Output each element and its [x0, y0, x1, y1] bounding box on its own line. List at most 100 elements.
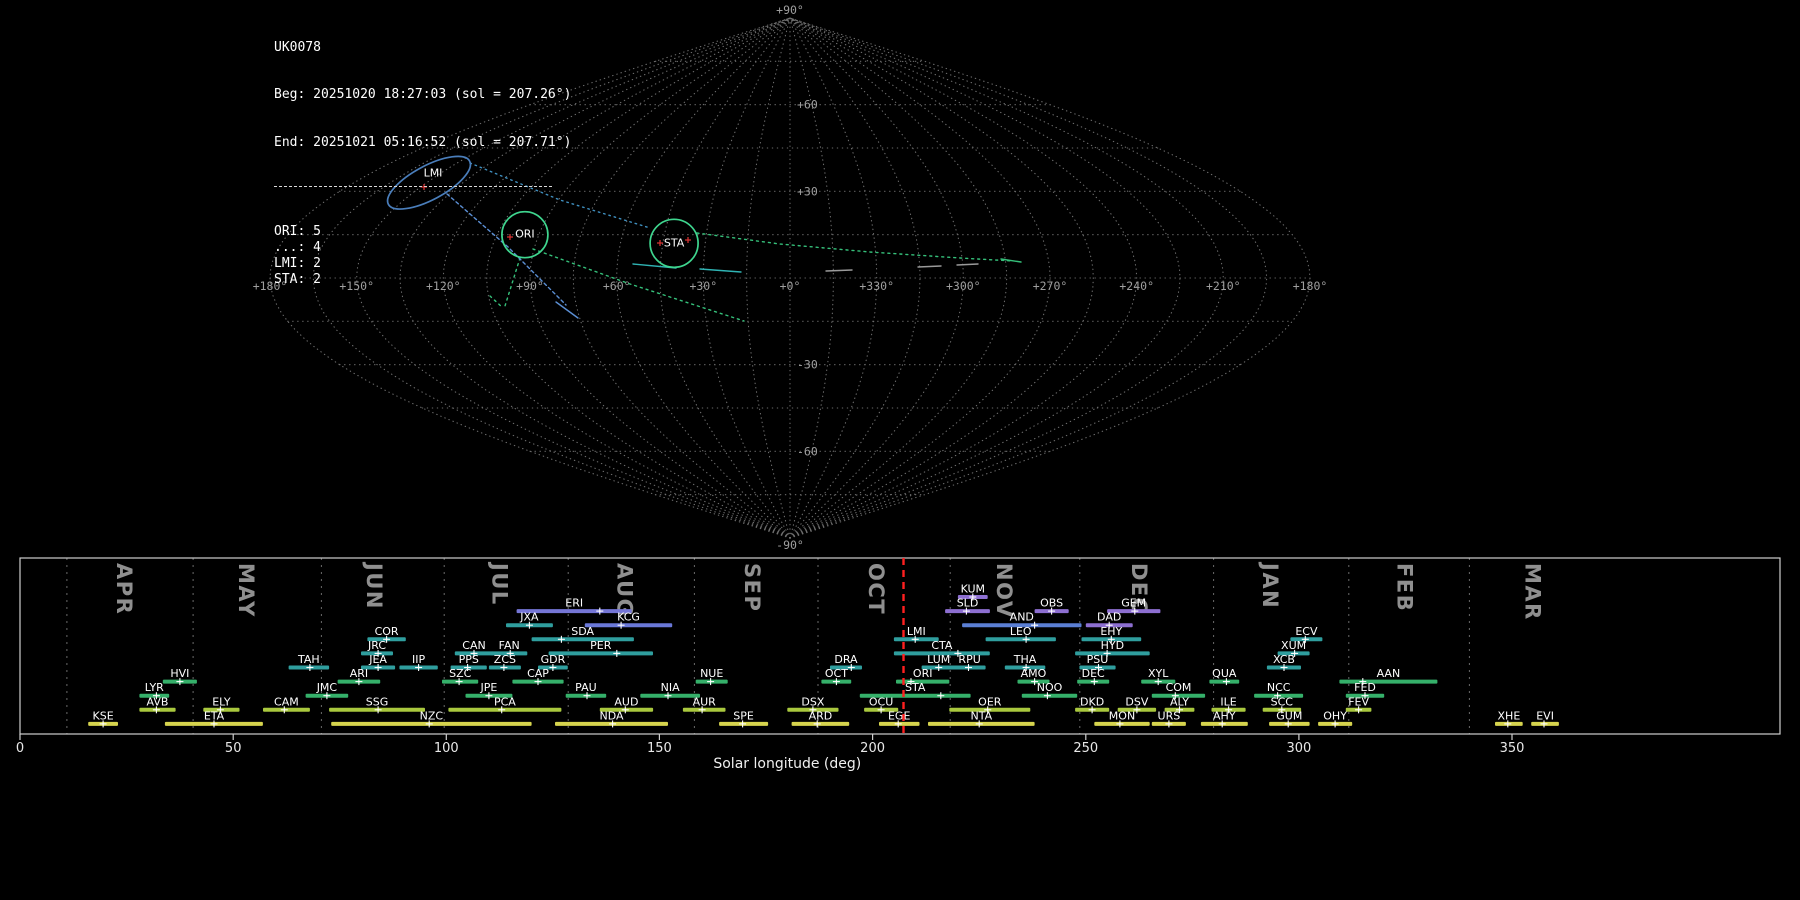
- shower-bar-QUA: QUA: [1209, 667, 1240, 686]
- svg-text:SLD: SLD: [957, 597, 979, 610]
- svg-text:CAN: CAN: [462, 639, 485, 652]
- shower-counts: ORI: 5...: 4 LMI: 2 STA: 2: [274, 224, 571, 287]
- svg-text:ECV: ECV: [1295, 625, 1318, 638]
- svg-text:EHY: EHY: [1100, 625, 1122, 638]
- svg-text:ZCS: ZCS: [494, 653, 516, 666]
- svg-text:50: 50: [225, 741, 242, 756]
- meteor-trail: [917, 265, 942, 268]
- svg-text:JPE: JPE: [479, 681, 497, 694]
- meteor-trail: [825, 269, 853, 272]
- shower-bar-RPU: RPU: [953, 653, 986, 671]
- svg-text:ETA: ETA: [204, 709, 225, 722]
- shower-bar-KCG: KCG: [584, 611, 673, 629]
- svg-text:DAD: DAD: [1097, 611, 1121, 624]
- svg-text:+210°: +210°: [1206, 279, 1241, 293]
- svg-text:+30°: +30°: [689, 279, 717, 293]
- svg-text:250: 250: [1073, 741, 1098, 756]
- shower-bar-URS: URS: [1151, 709, 1186, 728]
- begin-time: Beg: 20251020 18:27:03 (sol = 207.26°): [274, 87, 572, 103]
- svg-text:AUD: AUD: [614, 695, 638, 708]
- svg-text:OER: OER: [978, 695, 1002, 708]
- shower-bar-ARD: ARD: [791, 709, 850, 728]
- observation-info: UK0078 Beg: 20251020 18:27:03 (sol = 207…: [274, 8, 571, 319]
- svg-text:ARI: ARI: [350, 667, 368, 680]
- svg-text:DKD: DKD: [1080, 695, 1104, 708]
- shower-bar-AUR: AUR: [682, 695, 726, 714]
- svg-text:+270°: +270°: [1033, 279, 1068, 293]
- svg-text:+60°: +60°: [603, 279, 631, 293]
- radiant-center-mark: [685, 237, 691, 243]
- shower-bar-OHY: OHY: [1318, 709, 1353, 728]
- shower-bar-SLD: SLD: [945, 597, 990, 615]
- svg-text:AHY: AHY: [1213, 709, 1236, 722]
- svg-text:LYR: LYR: [145, 681, 164, 694]
- svg-text:300: 300: [1286, 741, 1311, 756]
- shower-bar-DKD: DKD: [1075, 695, 1110, 714]
- svg-text:CTA: CTA: [931, 639, 953, 652]
- svg-text:FEV: FEV: [1348, 695, 1369, 708]
- station-id: UK0078: [274, 39, 321, 55]
- svg-text:200: 200: [860, 741, 885, 756]
- svg-text:GDR: GDR: [541, 653, 566, 666]
- shower-bar-EVI: EVI: [1531, 709, 1559, 728]
- svg-text:URS: URS: [1158, 709, 1181, 722]
- svg-text:GEM: GEM: [1121, 597, 1146, 610]
- svg-text:STA: STA: [905, 681, 926, 694]
- shower-bar-SDA: SDA: [531, 625, 634, 643]
- svg-text:LEO: LEO: [1010, 625, 1032, 638]
- svg-text:NOO: NOO: [1037, 681, 1063, 694]
- svg-text:DSV: DSV: [1125, 695, 1148, 708]
- shower-bar-ARI: ARI: [337, 667, 381, 686]
- svg-text:XHE: XHE: [1498, 709, 1521, 722]
- svg-text:LUM: LUM: [927, 653, 950, 666]
- svg-text:GUM: GUM: [1276, 709, 1302, 722]
- svg-text:KCG: KCG: [617, 611, 640, 624]
- svg-text:150: 150: [647, 741, 672, 756]
- svg-text:-90°: -90°: [776, 538, 804, 552]
- shower-bar-IIP: IIP: [399, 653, 438, 671]
- svg-text:THA: THA: [1013, 653, 1037, 666]
- x-axis: 0 50 100 150 200 250 300 350 Solar longitude (de…: [16, 734, 1525, 772]
- svg-text:OHY: OHY: [1323, 709, 1347, 722]
- svg-text:+0°: +0°: [780, 279, 801, 293]
- svg-text:COM: COM: [1166, 681, 1192, 694]
- svg-text:FED: FED: [1354, 681, 1376, 694]
- svg-text:STA: STA: [664, 236, 685, 249]
- svg-text:DSX: DSX: [801, 695, 824, 708]
- svg-text:ARD: ARD: [809, 709, 833, 722]
- svg-text:350: 350: [1500, 741, 1525, 756]
- svg-text:PER: PER: [590, 639, 612, 652]
- shower-bar-NTA: NTA: [928, 709, 1035, 728]
- month-label-SEP: SEP: [740, 563, 764, 612]
- svg-text:SDA: SDA: [571, 625, 594, 638]
- svg-text:SZC: SZC: [449, 667, 472, 680]
- svg-text:OCU: OCU: [869, 695, 893, 708]
- shower-bar-OBS: OBS: [1034, 597, 1069, 615]
- month-label-FEB: FEB: [1393, 563, 1417, 612]
- svg-text:QUA: QUA: [1212, 667, 1237, 680]
- svg-text:+90°: +90°: [776, 3, 804, 17]
- shower-bar-ETA: ETA: [164, 709, 263, 728]
- shower-count-line: ...: 4: [274, 240, 321, 256]
- svg-text:JRC: JRC: [367, 639, 386, 652]
- svg-text:CAP: CAP: [527, 667, 549, 680]
- svg-text:FAN: FAN: [499, 639, 520, 652]
- svg-text:NTA: NTA: [970, 709, 992, 722]
- svg-text:OCT: OCT: [825, 667, 848, 680]
- svg-text:ILE: ILE: [1220, 695, 1236, 708]
- svg-text:JEA: JEA: [368, 653, 387, 666]
- shower-bar-TAH: TAH: [288, 653, 330, 671]
- svg-text:ELY: ELY: [212, 695, 231, 708]
- shower-bar-GUM: GUM: [1269, 709, 1310, 728]
- svg-text:XYL: XYL: [1148, 667, 1169, 680]
- month-label-APR: APR: [112, 563, 136, 615]
- shower-bar-SSG: SSG: [329, 695, 425, 714]
- month-label-JUL: JUL: [487, 561, 511, 606]
- svg-text:+300°: +300°: [946, 279, 981, 293]
- month-label-MAY: MAY: [234, 563, 258, 618]
- svg-text:ALY: ALY: [1170, 695, 1189, 708]
- shower-bar-AHY: AHY: [1200, 709, 1248, 728]
- svg-text:RPU: RPU: [958, 653, 980, 666]
- shower-bar-NDA: NDA: [555, 709, 668, 728]
- svg-text:NDA: NDA: [599, 709, 624, 722]
